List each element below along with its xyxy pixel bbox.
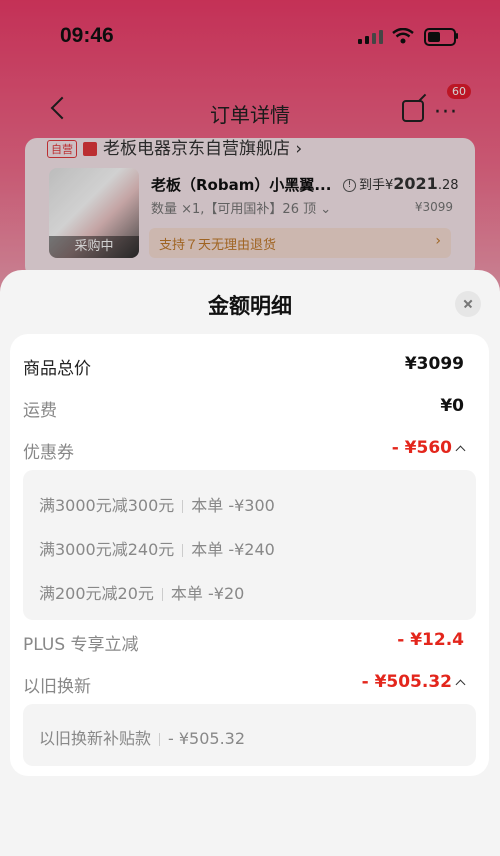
tradein-row[interactable]: 以旧换新 - ¥505.32 <box>23 672 466 698</box>
close-icon[interactable] <box>455 291 481 317</box>
coupon-item-amount: 本单 -¥20 <box>170 584 245 603</box>
plus-discount-row: PLUS 专享立减 - ¥12.4 <box>23 630 464 656</box>
coupon-item-amount: 本单 -¥240 <box>191 540 275 559</box>
amount-detail-sheet: 金额明细 商品总价 ¥3099 运费 ¥0 优惠券 - ¥560 满3000元减… <box>0 270 500 856</box>
coupon-label: 优惠券 <box>23 443 74 463</box>
sheet-title: 金额明细 <box>208 294 292 318</box>
shipping-row: 运费 ¥0 <box>23 396 464 422</box>
coupon-item-amount: 本单 -¥300 <box>191 496 275 515</box>
coupon-item-name: 满3000元减300元 <box>39 496 175 515</box>
tradein-value-text: - ¥505.32 <box>361 672 452 692</box>
total-price-row: 商品总价 ¥3099 <box>23 354 464 380</box>
coupon-detail-box: 满3000元减300元 本单 -¥300 满3000元减240元 本单 -¥240 … <box>23 470 476 620</box>
tradein-item-name: 以旧换新补贴款 <box>39 729 152 748</box>
amount-card: 商品总价 ¥3099 运费 ¥0 优惠券 - ¥560 满3000元减300元本… <box>10 334 489 776</box>
tradein-value: - ¥505.32 <box>361 672 466 692</box>
chevron-up-icon[interactable] <box>455 679 466 689</box>
dim-overlay[interactable] <box>0 0 500 300</box>
tradein-item: 以旧换新补贴款 - ¥505.32 <box>39 725 245 749</box>
total-price-label: 商品总价 <box>23 359 91 379</box>
total-price-value: ¥3099 <box>404 354 464 374</box>
divider <box>161 588 163 601</box>
coupon-item: 满3000元减240元 本单 -¥240 <box>39 536 275 560</box>
coupon-item: 满3000元减300元 本单 -¥300 <box>39 492 275 516</box>
coupon-item: 满200元减20元 本单 -¥20 <box>39 580 244 604</box>
divider <box>182 544 184 557</box>
coupon-value: - ¥560 <box>391 438 466 458</box>
tradein-label: 以旧换新 <box>23 677 91 697</box>
chevron-up-icon[interactable] <box>455 445 466 455</box>
coupon-value-text: - ¥560 <box>391 438 452 458</box>
coupon-row[interactable]: 优惠券 - ¥560 <box>23 438 466 464</box>
plus-discount-label: PLUS 专享立减 <box>23 635 139 655</box>
tradein-item-amount: - ¥505.32 <box>168 729 246 748</box>
shipping-label: 运费 <box>23 401 57 421</box>
shipping-value: ¥0 <box>440 396 464 416</box>
coupon-item-name: 满3000元减240元 <box>39 540 175 559</box>
divider <box>182 500 184 513</box>
plus-discount-value: - ¥12.4 <box>397 630 464 650</box>
tradein-detail-box: 以旧换新补贴款 - ¥505.32 <box>23 704 476 766</box>
divider <box>159 733 161 746</box>
coupon-item-name: 满200元减20元 <box>39 584 154 603</box>
